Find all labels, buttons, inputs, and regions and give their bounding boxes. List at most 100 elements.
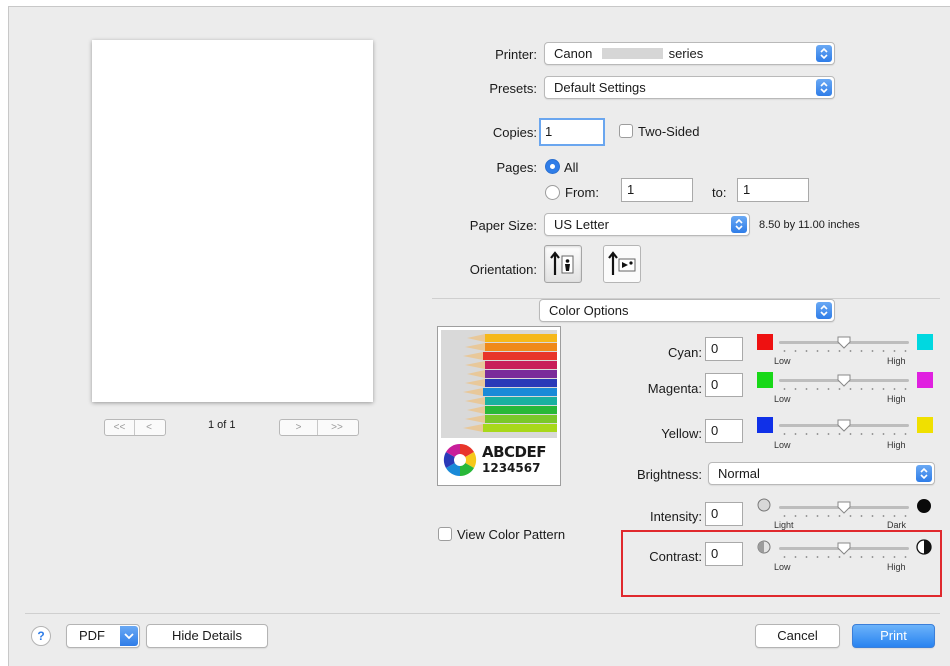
- first-page-button[interactable]: <<: [105, 420, 135, 435]
- low-contrast-icon: [757, 540, 771, 554]
- copies-input[interactable]: 1: [539, 118, 605, 146]
- panel-select-value: Color Options: [549, 303, 629, 318]
- printer-name-suffix: series: [668, 46, 704, 61]
- pages-from-radio[interactable]: [545, 185, 560, 200]
- cyan-low-label: Low: [774, 356, 791, 366]
- magenta-low-label: Low: [774, 394, 791, 404]
- view-color-pattern-checkbox[interactable]: [438, 527, 452, 541]
- hide-details-button[interactable]: Hide Details: [146, 624, 268, 648]
- intensity-low-label: Light: [774, 520, 794, 530]
- preview-nav-forward-group: > >>: [279, 419, 359, 436]
- last-page-button[interactable]: >>: [318, 420, 356, 435]
- help-icon: ?: [37, 629, 45, 643]
- magenta-high-swatch: [917, 372, 933, 388]
- sample-text-line2: 1234567: [482, 461, 541, 475]
- yellow-low-swatch: [757, 417, 773, 433]
- intensity-label: Intensity:: [649, 509, 702, 524]
- two-sided-checkbox[interactable]: [619, 124, 633, 138]
- portrait-button[interactable]: [544, 245, 582, 283]
- orientation-label: Orientation:: [469, 262, 537, 277]
- brightness-select[interactable]: Normal: [708, 462, 935, 485]
- intensity-input[interactable]: 0: [705, 502, 743, 526]
- pages-from-input[interactable]: 1: [621, 178, 693, 202]
- printer-name-prefix: Canon: [554, 46, 593, 61]
- print-button[interactable]: Print: [852, 624, 935, 648]
- cyan-label: Cyan:: [668, 345, 702, 360]
- yellow-label: Yellow:: [661, 426, 702, 441]
- page-preview: [92, 40, 373, 402]
- cyan-input[interactable]: 0: [705, 337, 743, 361]
- paper-size-value: US Letter: [554, 217, 609, 232]
- yellow-slider-thumb[interactable]: [837, 419, 851, 432]
- intensity-slider-ticks: [779, 515, 909, 517]
- intensity-slider-thumb[interactable]: [837, 501, 851, 514]
- printer-select[interactable]: Canon series: [544, 42, 835, 65]
- panel-select[interactable]: Color Options: [539, 299, 835, 322]
- pdf-dropdown-arrow-icon: [120, 626, 138, 646]
- select-arrows-icon: [731, 216, 747, 233]
- contrast-slider-ticks: [779, 556, 909, 558]
- brightness-value: Normal: [718, 466, 760, 481]
- next-page-button[interactable]: >: [280, 420, 318, 435]
- select-arrows-icon: [816, 45, 832, 62]
- dark-circle-icon: [917, 499, 931, 513]
- page-counter: 1 of 1: [208, 419, 236, 431]
- pages-to-label: to:: [712, 185, 727, 200]
- brightness-label: Brightness:: [636, 467, 702, 482]
- magenta-high-label: High: [887, 394, 906, 404]
- contrast-high-label: High: [887, 562, 906, 572]
- intensity-high-label: Dark: [887, 520, 907, 530]
- landscape-button[interactable]: [603, 245, 641, 283]
- contrast-label: Contrast:: [649, 549, 702, 564]
- landscape-icon: [608, 251, 636, 275]
- magenta-low-swatch: [757, 372, 773, 388]
- magenta-slider-thumb[interactable]: [837, 374, 851, 387]
- pages-all-label: All: [564, 160, 579, 175]
- select-arrows-icon: [816, 302, 832, 319]
- cyan-slider-thumb[interactable]: [837, 336, 851, 349]
- cancel-button[interactable]: Cancel: [755, 624, 840, 648]
- select-arrows-icon: [916, 465, 932, 482]
- printer-label: Printer:: [495, 47, 537, 62]
- pencils-area: [441, 330, 557, 438]
- yellow-slider-ticks: [779, 433, 909, 435]
- presets-label: Presets:: [489, 81, 537, 96]
- select-arrows-icon: [816, 79, 832, 96]
- pdf-label: PDF: [79, 628, 105, 643]
- yellow-high-swatch: [917, 417, 933, 433]
- paper-size-label: Paper Size:: [469, 218, 537, 233]
- portrait-icon: [550, 251, 574, 275]
- prev-page-button[interactable]: <: [135, 420, 163, 435]
- magenta-slider-ticks: [779, 388, 909, 390]
- cyan-low-swatch: [757, 334, 773, 350]
- paper-dimensions: 8.50 by 11.00 inches: [759, 219, 860, 231]
- magenta-label: Magenta:: [647, 381, 702, 396]
- contrast-slider-thumb[interactable]: [837, 542, 851, 555]
- two-sided-label: Two-Sided: [638, 124, 700, 139]
- help-button[interactable]: ?: [31, 626, 51, 646]
- contrast-low-label: Low: [774, 562, 791, 572]
- yellow-high-label: High: [887, 440, 906, 450]
- magenta-input[interactable]: 0: [705, 373, 743, 397]
- yellow-input[interactable]: 0: [705, 419, 743, 443]
- high-contrast-icon: [916, 539, 932, 555]
- pages-from-label: From:: [565, 185, 599, 200]
- sample-text-line1: ABCDEF: [482, 443, 547, 461]
- presets-select[interactable]: Default Settings: [544, 76, 835, 99]
- presets-value: Default Settings: [554, 80, 646, 95]
- contrast-input[interactable]: 0: [705, 542, 743, 566]
- pencils-icon: [463, 334, 557, 432]
- footer-divider: [25, 613, 940, 614]
- color-sample-image: ABCDEF 1234567: [437, 326, 561, 486]
- pages-label: Pages:: [496, 160, 537, 175]
- copies-label: Copies:: [492, 125, 537, 140]
- cyan-slider-ticks: [779, 350, 909, 352]
- printer-name-redacted: [601, 48, 663, 60]
- pages-to-input[interactable]: 1: [737, 178, 809, 202]
- color-wheel-icon: [443, 443, 477, 477]
- cyan-high-swatch: [917, 334, 933, 350]
- paper-size-select[interactable]: US Letter: [544, 213, 750, 236]
- cyan-high-label: High: [887, 356, 906, 366]
- pages-all-radio[interactable]: [545, 159, 560, 174]
- pdf-menu-button[interactable]: PDF: [66, 624, 140, 648]
